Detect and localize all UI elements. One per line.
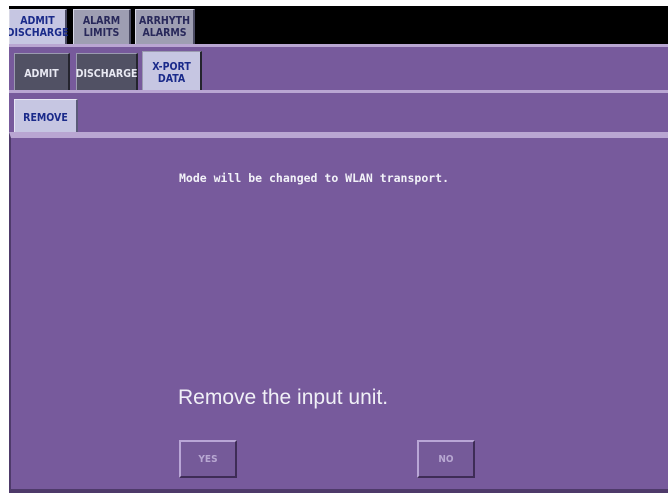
no-button[interactable]: NO (417, 440, 475, 478)
content-panel: Mode will be changed to WLAN transport. … (9, 132, 668, 493)
tab-alarm-limits[interactable]: ALARM LIMITS (73, 9, 131, 44)
secondary-tab-bar: ADMIT DISCHARGE X-PORT DATA (9, 44, 668, 93)
tab-label-line2: LIMITS (83, 27, 120, 39)
yes-button[interactable]: YES (179, 440, 237, 478)
tab-arrhyth-alarms[interactable]: ARRHYTH ALARMS (135, 9, 195, 44)
tab-label-line1: ADMIT (24, 67, 59, 80)
tab-admit-discharge[interactable]: ADMIT DISCHARGE (9, 9, 69, 44)
tab-label-line1: ADMIT (20, 15, 55, 27)
status-message: Mode will be changed to WLAN transport. (179, 171, 450, 185)
top-tab-bar: ADMIT DISCHARGE ALARM LIMITS ARRHYTH ALA… (9, 6, 668, 44)
tab-admit[interactable]: ADMIT (14, 53, 70, 93)
tab-label: REMOVE (23, 112, 68, 124)
tab-label-line1: X-PORT (152, 60, 191, 73)
tab-xport-data[interactable]: X-PORT DATA (142, 51, 202, 93)
tertiary-tab-bar: REMOVE (9, 90, 668, 136)
tab-label-line2: DATA (157, 72, 186, 85)
tab-discharge[interactable]: DISCHARGE (76, 53, 138, 93)
tab-label-line1: ARRHYTH (139, 15, 190, 27)
tab-remove[interactable]: REMOVE (14, 99, 78, 136)
panel-bottom-edge (11, 489, 668, 493)
monitor-screen: ADMIT DISCHARGE ALARM LIMITS ARRHYTH ALA… (9, 6, 668, 493)
instruction-text: Remove the input unit. (178, 386, 389, 409)
tab-label-line2: ALARMS (142, 27, 187, 39)
tab-label-line2: DISCHARGE (9, 27, 69, 39)
tab-label-line1: ALARM (82, 15, 121, 27)
tab-label-line1: DISCHARGE (75, 67, 138, 80)
